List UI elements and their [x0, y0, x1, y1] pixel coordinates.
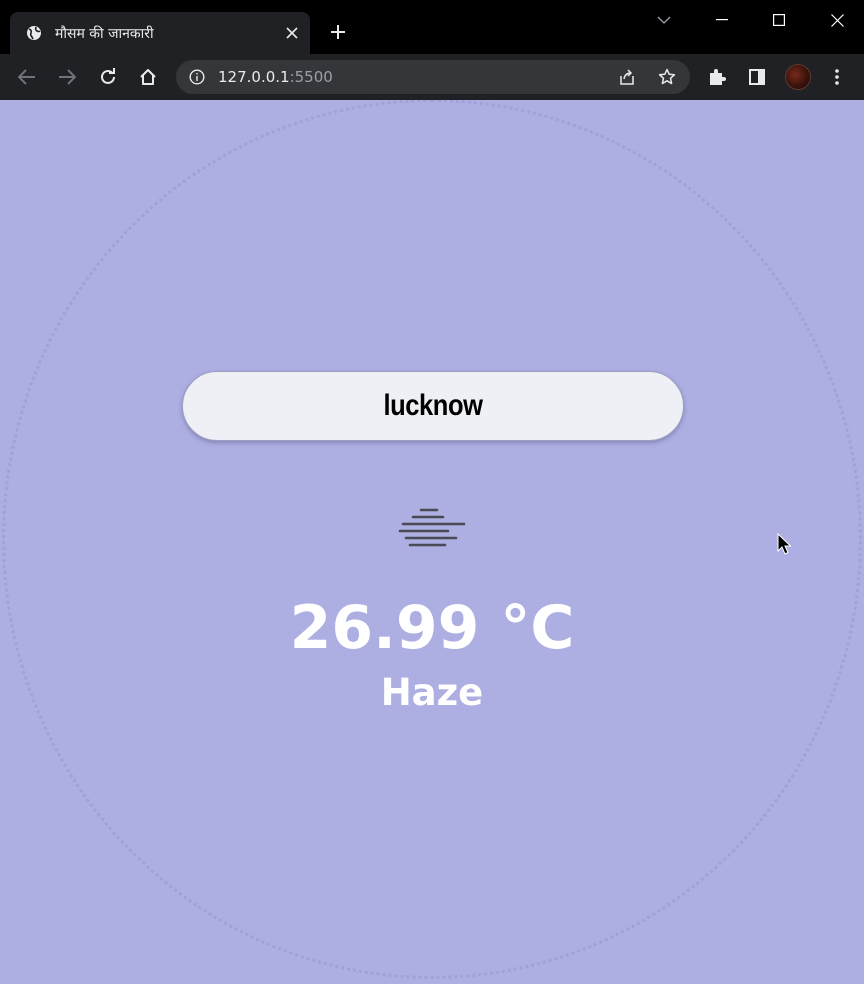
globe-icon [25, 24, 43, 42]
address-bar[interactable]: 127.0.0.1:5500 [176, 60, 690, 94]
side-panel-button[interactable] [742, 62, 772, 92]
star-icon[interactable] [656, 66, 678, 88]
url-port: :5500 [289, 68, 333, 86]
new-tab-button[interactable] [326, 20, 350, 44]
home-icon [140, 69, 156, 85]
extensions-button[interactable] [702, 62, 732, 92]
forward-button[interactable] [52, 62, 82, 92]
maximize-button[interactable] [767, 8, 791, 32]
tab-search-button[interactable] [652, 8, 676, 32]
page-content: 26.99 °C Haze [0, 100, 864, 984]
temperature-value: 26.99 °C [289, 593, 575, 663]
city-search-box[interactable] [182, 371, 684, 441]
home-button[interactable] [133, 62, 163, 92]
side-panel-icon [749, 69, 765, 85]
avatar[interactable] [785, 64, 811, 90]
tab-active[interactable]: मौसम की जानकारी [10, 12, 310, 54]
tab-title: मौसम की जानकारी [55, 25, 154, 42]
url-text[interactable]: 127.0.0.1:5500 [218, 68, 333, 86]
share-icon[interactable] [616, 66, 638, 88]
close-icon[interactable] [282, 23, 302, 43]
mouse-cursor-icon [777, 532, 793, 557]
haze-icon [396, 504, 468, 552]
arrow-right-icon [59, 69, 76, 85]
puzzle-icon [710, 69, 726, 85]
url-host: 127.0.0.1 [218, 68, 290, 86]
browser-window: मौसम की जानकारी 127.0.0.1:5500 lucknow 2… [0, 0, 864, 984]
back-button[interactable] [12, 62, 42, 92]
reload-button[interactable] [93, 62, 123, 92]
tab-strip: मौसम की जानकारी [0, 0, 864, 54]
city-search-input[interactable] [220, 372, 646, 440]
minimize-button[interactable] [710, 8, 734, 32]
info-icon[interactable] [188, 68, 206, 86]
weather-condition: Haze [380, 671, 484, 714]
window-close-button[interactable] [825, 8, 849, 32]
kebab-menu-icon [835, 69, 839, 85]
arrow-left-icon [18, 69, 35, 85]
menu-button[interactable] [822, 62, 852, 92]
browser-toolbar: 127.0.0.1:5500 [0, 54, 864, 100]
reload-icon [101, 68, 115, 84]
